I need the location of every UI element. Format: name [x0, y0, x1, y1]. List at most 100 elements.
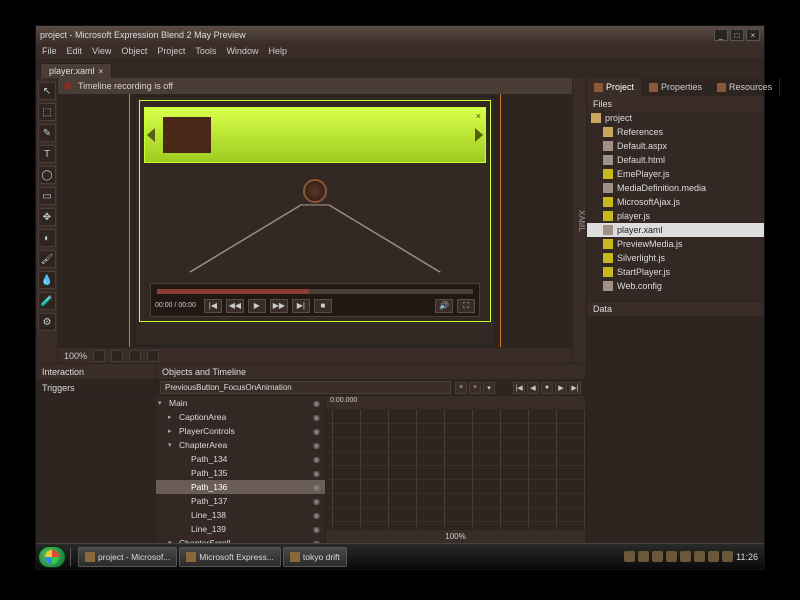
tab-icon	[717, 83, 726, 92]
zoom-icon[interactable]	[129, 350, 141, 362]
file-icon	[603, 127, 613, 137]
visibility-toggle-icon[interactable]: ◉	[313, 497, 323, 506]
tray-icon[interactable]	[638, 551, 649, 562]
timeline-transport-button[interactable]: ◀	[527, 382, 539, 394]
file-item[interactable]: Web.config	[587, 279, 764, 293]
menu-object[interactable]: Object	[121, 46, 147, 57]
tree-item[interactable]: Path_137◉	[156, 494, 325, 508]
menu-project[interactable]: Project	[157, 46, 185, 57]
menu-view[interactable]: View	[92, 46, 111, 57]
visibility-toggle-icon[interactable]: ◉	[313, 427, 323, 436]
tree-item[interactable]: Path_134◉	[156, 452, 325, 466]
zoom-icon[interactable]	[93, 350, 105, 362]
visibility-toggle-icon[interactable]: ◉	[313, 469, 323, 478]
right-tab-properties[interactable]: Properties	[642, 78, 710, 96]
visibility-toggle-icon[interactable]: ◉	[313, 483, 323, 492]
tray-icon[interactable]	[666, 551, 677, 562]
menu-file[interactable]: File	[42, 46, 57, 57]
file-item[interactable]: PreviewMedia.js	[587, 237, 764, 251]
visibility-toggle-icon[interactable]: ◉	[313, 511, 323, 520]
anim-control-button[interactable]: ▾	[483, 382, 495, 394]
file-item[interactable]: Default.aspx	[587, 139, 764, 153]
taskbar-clock[interactable]: 11:26	[736, 552, 758, 562]
timeline-transport-button[interactable]: ▶	[555, 382, 567, 394]
tray-icon[interactable]	[624, 551, 635, 562]
object-tree[interactable]: ▾Main◉ ▸CaptionArea◉▸PlayerControls◉▾Cha…	[156, 396, 326, 543]
xaml-collapsed-tab[interactable]: XAML	[572, 78, 586, 363]
artboard[interactable]: × 00:00 / 00:00 |◀	[135, 96, 495, 346]
timeline-transport-button[interactable]: |◀	[513, 382, 525, 394]
window-maximize-button[interactable]: □	[730, 29, 744, 41]
file-item[interactable]: player.js	[587, 209, 764, 223]
tool-11[interactable]: ⚙	[38, 313, 56, 331]
tool-10[interactable]: 🧪	[38, 292, 56, 310]
file-label: Default.html	[617, 155, 665, 165]
tree-item[interactable]: ▾ChapterScroll◉	[156, 536, 325, 543]
tree-item[interactable]: ▸PlayerControls◉	[156, 424, 325, 438]
timeline-grid[interactable]: 0:00.000 100%	[326, 396, 585, 543]
taskbar-item[interactable]: Microsoft Express...	[179, 547, 281, 567]
menu-edit[interactable]: Edit	[67, 46, 83, 57]
tray-icon[interactable]	[708, 551, 719, 562]
document-tab-close-icon[interactable]: ×	[99, 67, 104, 76]
canvas-zoom-percent[interactable]: 100%	[64, 351, 87, 361]
file-item[interactable]: MicrosoftAjax.js	[587, 195, 764, 209]
visibility-toggle-icon[interactable]: ◉	[313, 441, 323, 450]
project-files-tree[interactable]: projectReferencesDefault.aspx Default.htm…	[587, 111, 764, 301]
timeline-transport-button[interactable]: ▶|	[569, 382, 581, 394]
tray-icon[interactable]	[652, 551, 663, 562]
timeline-transport-button[interactable]: ●	[541, 382, 553, 394]
file-item[interactable]: StartPlayer.js	[587, 265, 764, 279]
menu-help[interactable]: Help	[268, 46, 287, 57]
tree-root[interactable]: ▾Main◉	[156, 396, 325, 410]
document-tab-player[interactable]: player.xaml ×	[40, 63, 112, 78]
file-item[interactable]: EmePlayer.js	[587, 167, 764, 181]
tool-0[interactable]: ↖	[38, 82, 56, 100]
file-item[interactable]: player.xaml	[587, 223, 764, 237]
file-item[interactable]: References	[587, 125, 764, 139]
right-tab-project[interactable]: Project	[587, 78, 642, 96]
file-item[interactable]: Default.html	[587, 153, 764, 167]
tool-5[interactable]: ▭	[38, 187, 56, 205]
tool-9[interactable]: 💧	[38, 271, 56, 289]
tool-6[interactable]: ✥	[38, 208, 56, 226]
tool-1[interactable]: ⬚	[38, 103, 56, 121]
timeline-ruler[interactable]: 0:00.000	[326, 396, 585, 410]
menu-bar: File Edit View Object Project Tools Window Help	[36, 44, 764, 60]
tool-7[interactable]: ◐	[38, 229, 56, 247]
menu-tools[interactable]: Tools	[195, 46, 216, 57]
file-item[interactable]: project	[587, 111, 764, 125]
window-minimize-button[interactable]: _	[714, 29, 728, 41]
design-canvas[interactable]: × 00:00 / 00:00 |◀	[58, 94, 572, 347]
taskbar-item[interactable]: project - Microsof...	[78, 547, 177, 567]
tree-item[interactable]: ▸CaptionArea◉	[156, 410, 325, 424]
tray-icon[interactable]	[680, 551, 691, 562]
file-item[interactable]: Silverlight.js	[587, 251, 764, 265]
tool-4[interactable]: ◯	[38, 166, 56, 184]
timeline-zoom[interactable]: 100%	[326, 529, 585, 543]
visibility-toggle-icon[interactable]: ◉	[313, 455, 323, 464]
tree-item[interactable]: Path_135◉	[156, 466, 325, 480]
visibility-toggle-icon[interactable]: ◉	[313, 413, 323, 422]
taskbar-item[interactable]: tokyo drift	[283, 547, 347, 567]
tray-icon[interactable]	[694, 551, 705, 562]
tool-8[interactable]: 🖌	[38, 250, 56, 268]
tree-item[interactable]: Line_138◉	[156, 508, 325, 522]
zoom-icon[interactable]	[147, 350, 159, 362]
menu-window[interactable]: Window	[226, 46, 258, 57]
visibility-toggle-icon[interactable]: ◉	[313, 525, 323, 534]
anim-control-button[interactable]: ×	[455, 382, 467, 394]
tray-icon[interactable]	[722, 551, 733, 562]
animation-name-combo[interactable]: PreviousButton_FocusOnAnimation	[160, 381, 451, 394]
tool-3[interactable]: T	[38, 145, 56, 163]
window-close-button[interactable]: ×	[746, 29, 760, 41]
tree-item[interactable]: Path_136◉	[156, 480, 325, 494]
right-tab-resources[interactable]: Resources	[710, 78, 780, 96]
tree-item[interactable]: Line_139◉	[156, 522, 325, 536]
zoom-icon[interactable]	[111, 350, 123, 362]
tree-item[interactable]: ▾ChapterArea◉	[156, 438, 325, 452]
file-item[interactable]: MediaDefinition.media	[587, 181, 764, 195]
anim-control-button[interactable]: +	[469, 382, 481, 394]
start-button[interactable]	[38, 546, 66, 568]
tool-2[interactable]: ✎	[38, 124, 56, 142]
